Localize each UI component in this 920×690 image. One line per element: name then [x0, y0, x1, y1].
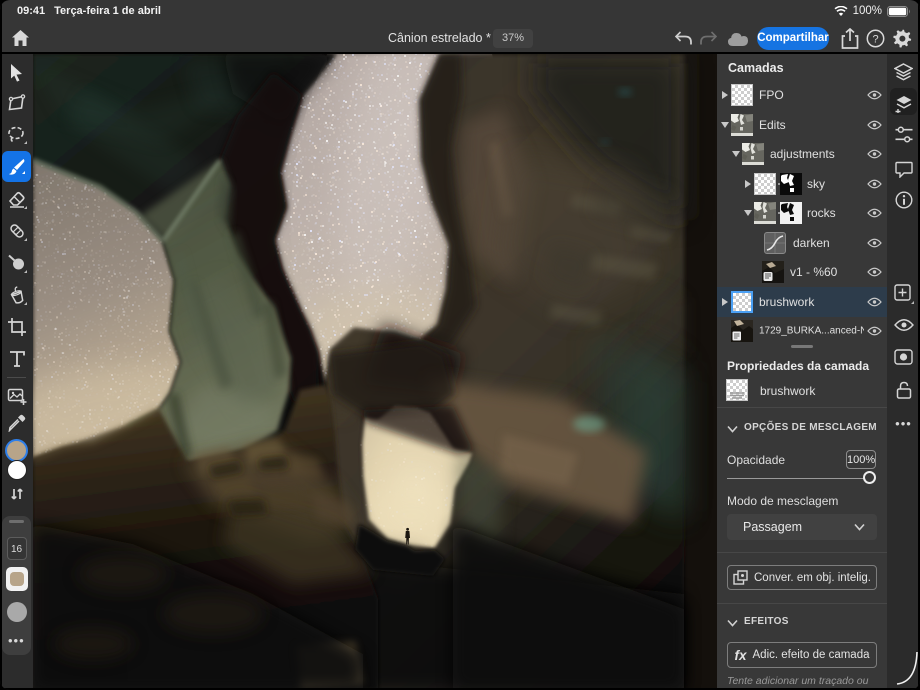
svg-text:?: ?: [872, 33, 878, 45]
